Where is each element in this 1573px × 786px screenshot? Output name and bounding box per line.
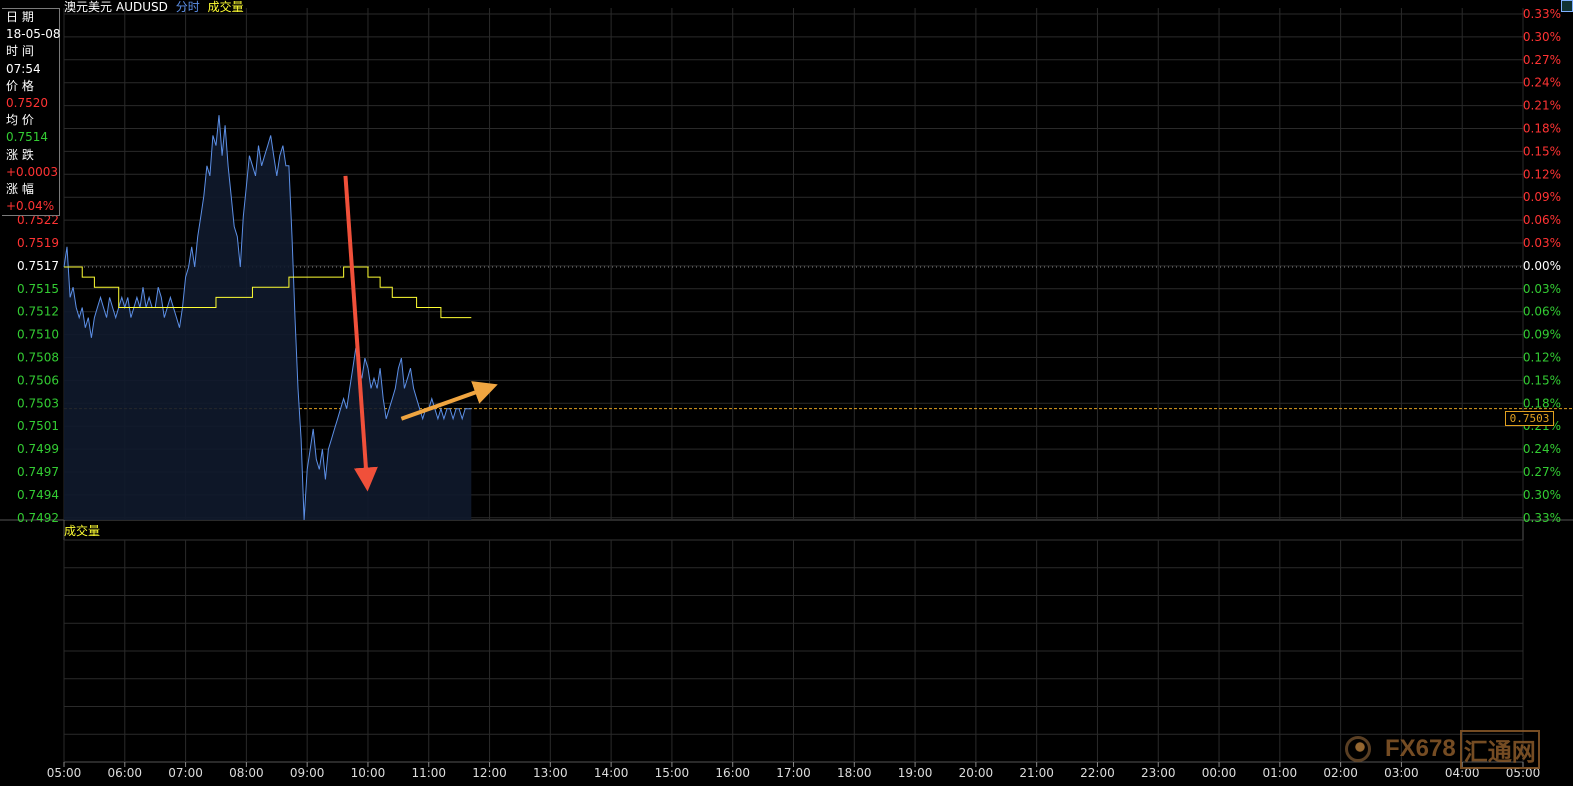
y-tick-label-right: 0.30% <box>1523 30 1561 44</box>
x-tick-label: 23:00 <box>1141 766 1176 780</box>
x-tick-label: 06:00 <box>107 766 142 780</box>
corner-toggle-icon[interactable] <box>1561 0 1573 12</box>
last-price-tag: 0.7503 <box>1505 411 1554 426</box>
pct-label: 涨 幅 <box>6 182 34 197</box>
y-tick-label-right: 0.12% <box>1523 167 1561 181</box>
watermark-brand: FX678 <box>1385 735 1456 762</box>
y-tick-label-right: 0.00% <box>1523 259 1561 273</box>
y-tick-label-left: 0.7492 <box>17 511 59 525</box>
volume-title[interactable]: 成交量 <box>208 0 244 14</box>
y-tick-label-left: 0.7501 <box>17 419 59 433</box>
y-tick-label-left: 0.7517 <box>17 259 59 273</box>
date-value: 18-05-08 <box>6 27 61 42</box>
price-value: 0.7520 <box>6 96 48 111</box>
y-tick-label-left: 0.7503 <box>17 396 59 410</box>
y-tick-label-right: 0.21% <box>1523 99 1561 113</box>
x-tick-label: 08:00 <box>229 766 264 780</box>
change-label: 涨 跌 <box>6 147 34 162</box>
price-label: 价 格 <box>6 78 34 93</box>
y-tick-label-right: 0.18% <box>1523 396 1561 410</box>
y-tick-label-left: 0.7519 <box>17 236 59 250</box>
x-tick-label: 16:00 <box>715 766 750 780</box>
y-tick-label-left: 0.7510 <box>17 328 59 342</box>
x-tick-label: 13:00 <box>533 766 568 780</box>
x-tick-label: 19:00 <box>898 766 933 780</box>
y-tick-label-right: 0.27% <box>1523 53 1561 67</box>
x-tick-label: 07:00 <box>168 766 203 780</box>
y-tick-label-right: 0.33% <box>1523 7 1561 21</box>
crosshair-info-panel: 日 期 18-05-08 时 间 07:54 价 格 0.7520 均 价 0.… <box>2 8 60 216</box>
y-tick-label-left: 0.7515 <box>17 282 59 296</box>
y-tick-label-right: 0.15% <box>1523 373 1561 387</box>
y-tick-label-left: 0.7512 <box>17 305 59 319</box>
y-tick-label-right: 0.18% <box>1523 122 1561 136</box>
y-tick-label-right: 0.03% <box>1523 282 1561 296</box>
x-tick-label: 01:00 <box>1263 766 1298 780</box>
x-tick-label: 09:00 <box>290 766 325 780</box>
time-label: 时 间 <box>6 44 34 59</box>
symbol-code[interactable]: AUDUSD <box>116 0 168 14</box>
y-tick-label-right: 0.03% <box>1523 236 1561 250</box>
y-tick-label-right: 0.30% <box>1523 488 1561 502</box>
x-tick-label: 00:00 <box>1202 766 1237 780</box>
y-tick-label-right: 0.09% <box>1523 190 1561 204</box>
time-value: 07:54 <box>6 61 41 76</box>
x-tick-label: 12:00 <box>472 766 507 780</box>
change-value: +0.0003 <box>6 164 59 179</box>
avg-value: 0.7514 <box>6 130 48 145</box>
y-tick-label-left: 0.7497 <box>17 465 59 479</box>
y-tick-label-right: 0.06% <box>1523 305 1561 319</box>
y-tick-label-right: 0.15% <box>1523 144 1561 158</box>
fx678-watermark: FX678 汇通网 <box>1345 729 1540 769</box>
volume-panel-label: 成交量 <box>64 524 101 538</box>
fx678-logo-icon <box>1345 736 1371 762</box>
y-tick-label-right: 0.24% <box>1523 442 1561 456</box>
x-tick-label: 14:00 <box>594 766 629 780</box>
date-label: 日 期 <box>6 10 34 24</box>
x-tick-label: 10:00 <box>351 766 386 780</box>
x-tick-label: 15:00 <box>655 766 690 780</box>
y-tick-label-right: 0.12% <box>1523 351 1561 365</box>
y-tick-label-right: 0.06% <box>1523 213 1561 227</box>
symbol-name[interactable]: 澳元美元 <box>64 0 112 14</box>
watermark-cn: 汇通网 <box>1459 729 1540 769</box>
y-tick-label-left: 0.7508 <box>17 351 59 365</box>
y-tick-label-left: 0.7494 <box>17 488 59 502</box>
mode-label[interactable]: 分时 <box>176 0 200 14</box>
x-tick-label: 22:00 <box>1080 766 1115 780</box>
y-tick-label-left: 0.7499 <box>17 442 59 456</box>
x-tick-label: 21:00 <box>1019 766 1054 780</box>
x-tick-label: 18:00 <box>837 766 872 780</box>
chart-title-bar: 澳元美元 AUDUSD 分时 成交量 <box>64 0 248 14</box>
x-tick-label: 11:00 <box>411 766 446 780</box>
x-tick-label: 20:00 <box>959 766 994 780</box>
x-tick-label: 05:00 <box>47 766 82 780</box>
x-tick-label: 17:00 <box>776 766 811 780</box>
y-tick-label-left: 0.7506 <box>17 373 59 387</box>
avg-label: 均 价 <box>6 113 34 128</box>
y-tick-label-right: 0.09% <box>1523 328 1561 342</box>
chart-canvas: 05:00 06:00 07:00 08:00 09:00 10:00 11:00 12:00… <box>0 7 1573 780</box>
y-tick-label-right: 0.33% <box>1523 511 1561 525</box>
y-tick-label-right: 0.27% <box>1523 465 1561 479</box>
pct-value: +0.04% <box>6 199 55 214</box>
x-tick-label: 02:00 <box>1323 766 1358 780</box>
x-tick-label: 03:00 <box>1384 766 1419 780</box>
y-tick-label-right: 0.24% <box>1523 76 1561 90</box>
